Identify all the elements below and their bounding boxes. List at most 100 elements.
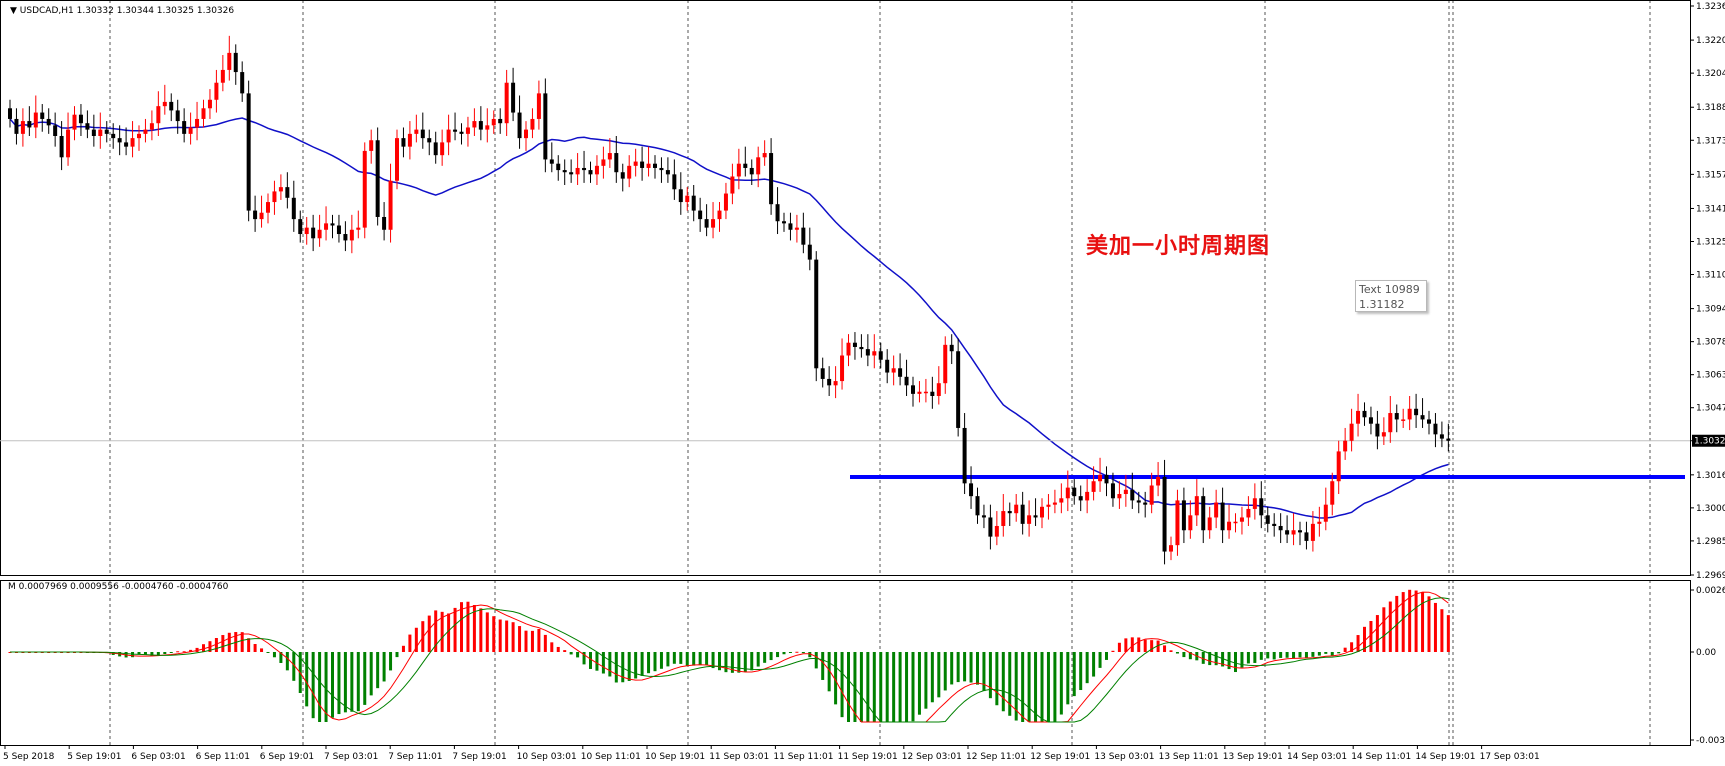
indicator-bar [511,622,515,652]
indicator-bar [608,652,612,677]
chart-window[interactable]: 1.32360 1.32200 1.32045 1.31885 1.31730 1.315… [0,0,1725,766]
indicator-bar [679,652,683,664]
indicator-bar [589,652,592,669]
indicator-bar [1117,642,1121,652]
candle-body [736,163,741,177]
time-label: 7 Sep 03:01 [324,752,378,762]
candle-body [453,129,458,132]
candle-body [1136,500,1141,503]
candle-body [685,195,690,203]
indicator-label: 0.00 [1696,648,1716,658]
indicator-bar [847,652,850,722]
indicator-bar [376,652,380,689]
candle-body [1046,504,1051,507]
indicator-bar [1446,615,1450,652]
indicator-bar [1105,652,1108,660]
candle-body [240,72,245,94]
candle-body [382,216,387,230]
candle-body [969,483,974,497]
candle-body [588,170,593,175]
candle-body [646,163,651,168]
candle-body [1349,423,1354,441]
indicator-bar [1111,650,1115,652]
candle-body [923,391,928,394]
time-label: 7 Sep 19:01 [452,752,506,762]
candle-body [904,376,909,386]
indicator-bar [382,652,386,682]
indicator-bar [337,652,341,715]
chart-annotation[interactable]: 美加一小时周期图 [1086,228,1270,260]
candle-body [98,129,103,136]
candle-body [459,131,464,134]
candle-body [1407,408,1412,420]
candle-body [485,125,490,130]
indicator-bar [356,652,360,712]
indicator-signal-green [10,597,1449,723]
candle-body [1020,504,1025,524]
candle-body [1033,515,1038,518]
indicator-bar [543,634,547,652]
candle-body [711,219,716,228]
indicator-bar [389,652,393,671]
indicator-bar [653,652,657,672]
indicator-bar [988,652,992,699]
indicator-bar [253,644,257,652]
candle-body [440,142,445,156]
indicator-bar [1137,637,1141,652]
ohlc-values: 1.30332 1.30344 1.30325 1.30326 [76,6,235,16]
candle-body [717,210,722,220]
candle-body [994,525,999,537]
indicator-bar [1092,652,1096,677]
candle-body [1194,496,1199,516]
time-label: 17 Sep 03:01 [1480,752,1540,762]
candle-body [72,114,77,130]
candle-body [949,344,954,352]
tooltip: Text 10989 1.31182 [1355,280,1427,312]
candle-body [130,138,135,147]
chevron-down-icon[interactable]: ▼ [10,6,17,16]
candle-body [1252,498,1257,509]
indicator-bar [930,652,934,703]
candle-body [601,159,606,166]
candle-body [498,118,503,124]
candle-body [956,351,961,428]
indicator-signal-red [10,591,1449,723]
candle-body [1220,502,1225,531]
candle-body [833,381,838,386]
candle-body [672,174,677,190]
indicator-bar [1143,639,1147,652]
indicator-bar [1388,601,1392,652]
candle-body [195,118,200,128]
candle-body [769,153,774,205]
indicator-bar [1034,652,1038,722]
candle-body [169,101,174,111]
candle-body [156,106,161,124]
candle-body [562,170,567,173]
indicator-bar [943,652,947,691]
indicator-bar [247,638,251,652]
indicator-bar [898,652,902,722]
candle-body [1265,515,1270,524]
candle-body [278,187,283,192]
indicator-bar [640,652,644,676]
candle-body [1110,483,1115,499]
candle-body [66,129,71,158]
indicator-bar [518,626,522,652]
candle-body [433,142,438,156]
candle-body [891,368,896,373]
candle-body [981,515,986,518]
time-label: 11 Sep 03:01 [709,752,769,762]
candle-body [1239,517,1244,522]
chart-canvas[interactable]: 1.32360 1.32200 1.32045 1.31885 1.31730 1.315… [0,0,1725,766]
candle-body [1001,511,1006,526]
indicator-bar [1046,652,1050,722]
tooltip-line1: Text 10989 [1359,283,1420,296]
candle-body [827,378,832,386]
indicator-bar [569,652,573,655]
indicator-bar [1098,652,1102,668]
time-label: 13 Sep 11:01 [1159,752,1219,762]
candle-body [1298,530,1302,533]
candle-body [259,212,264,220]
candle-body [730,176,735,194]
candle-body [820,368,825,379]
